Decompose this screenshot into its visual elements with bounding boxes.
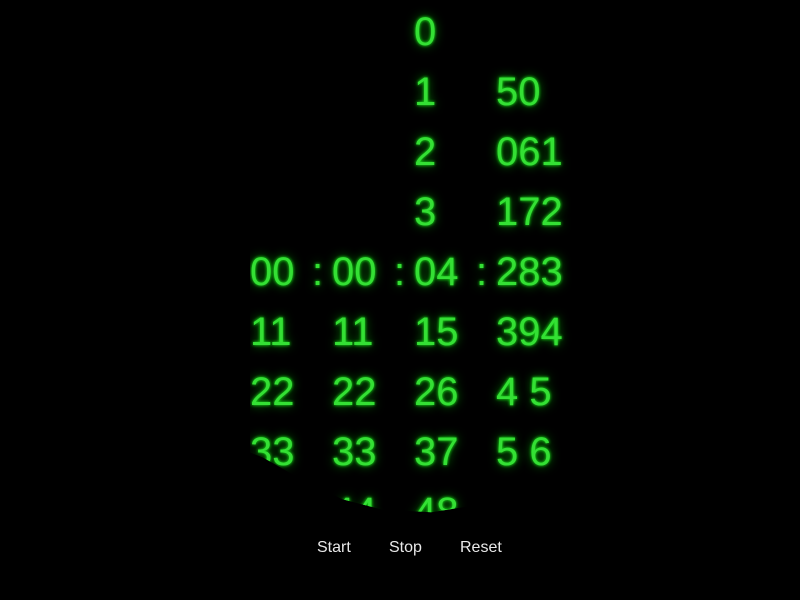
minutes-digit: 33 <box>332 430 377 474</box>
minutes-digit: 22 <box>332 370 377 414</box>
centis-digit: 4 5 <box>496 370 552 414</box>
digit-reel-display: 0 1 2 3 04 15 26 37 48 50 061 172 283 39… <box>250 0 580 520</box>
hours-digit: 33 <box>250 430 295 474</box>
seconds-digit: 26 <box>414 370 459 414</box>
seconds-digit: 3 <box>414 190 437 234</box>
centis-digit: 172 <box>496 190 563 234</box>
time-separator: : <box>312 250 324 294</box>
minutes-digit: 44 <box>332 490 377 520</box>
seconds-digit: 1 <box>414 70 437 114</box>
centis-digit: 5 6 <box>496 430 552 474</box>
time-separator: : <box>394 250 406 294</box>
centis-digit: 394 <box>496 310 563 354</box>
hours-digit: 22 <box>250 370 295 414</box>
seconds-digit: 15 <box>414 310 459 354</box>
reset-button[interactable]: Reset <box>460 539 502 557</box>
seconds-digit: 0 <box>414 10 437 54</box>
centis-digit: 283 <box>496 250 563 294</box>
stopwatch-controls: Start Stop Reset <box>0 539 800 561</box>
hours-digit: 00 <box>250 250 295 294</box>
centis-digit: 061 <box>496 130 563 174</box>
minutes-digit: 00 <box>332 250 377 294</box>
minutes-digit: 11 <box>332 310 374 354</box>
seconds-digit: 37 <box>414 430 459 474</box>
seconds-digit: 48 <box>414 490 459 520</box>
seconds-digit: 2 <box>414 130 437 174</box>
centis-digit: 50 <box>496 70 541 114</box>
seconds-digit: 04 <box>414 250 459 294</box>
stop-button[interactable]: Stop <box>389 539 422 557</box>
hours-digit: 11 <box>250 310 292 354</box>
start-button[interactable]: Start <box>317 539 351 557</box>
time-separator: : <box>476 250 488 294</box>
stopwatch-app: 0 1 2 3 04 15 26 37 48 50 061 172 283 39… <box>0 0 800 600</box>
